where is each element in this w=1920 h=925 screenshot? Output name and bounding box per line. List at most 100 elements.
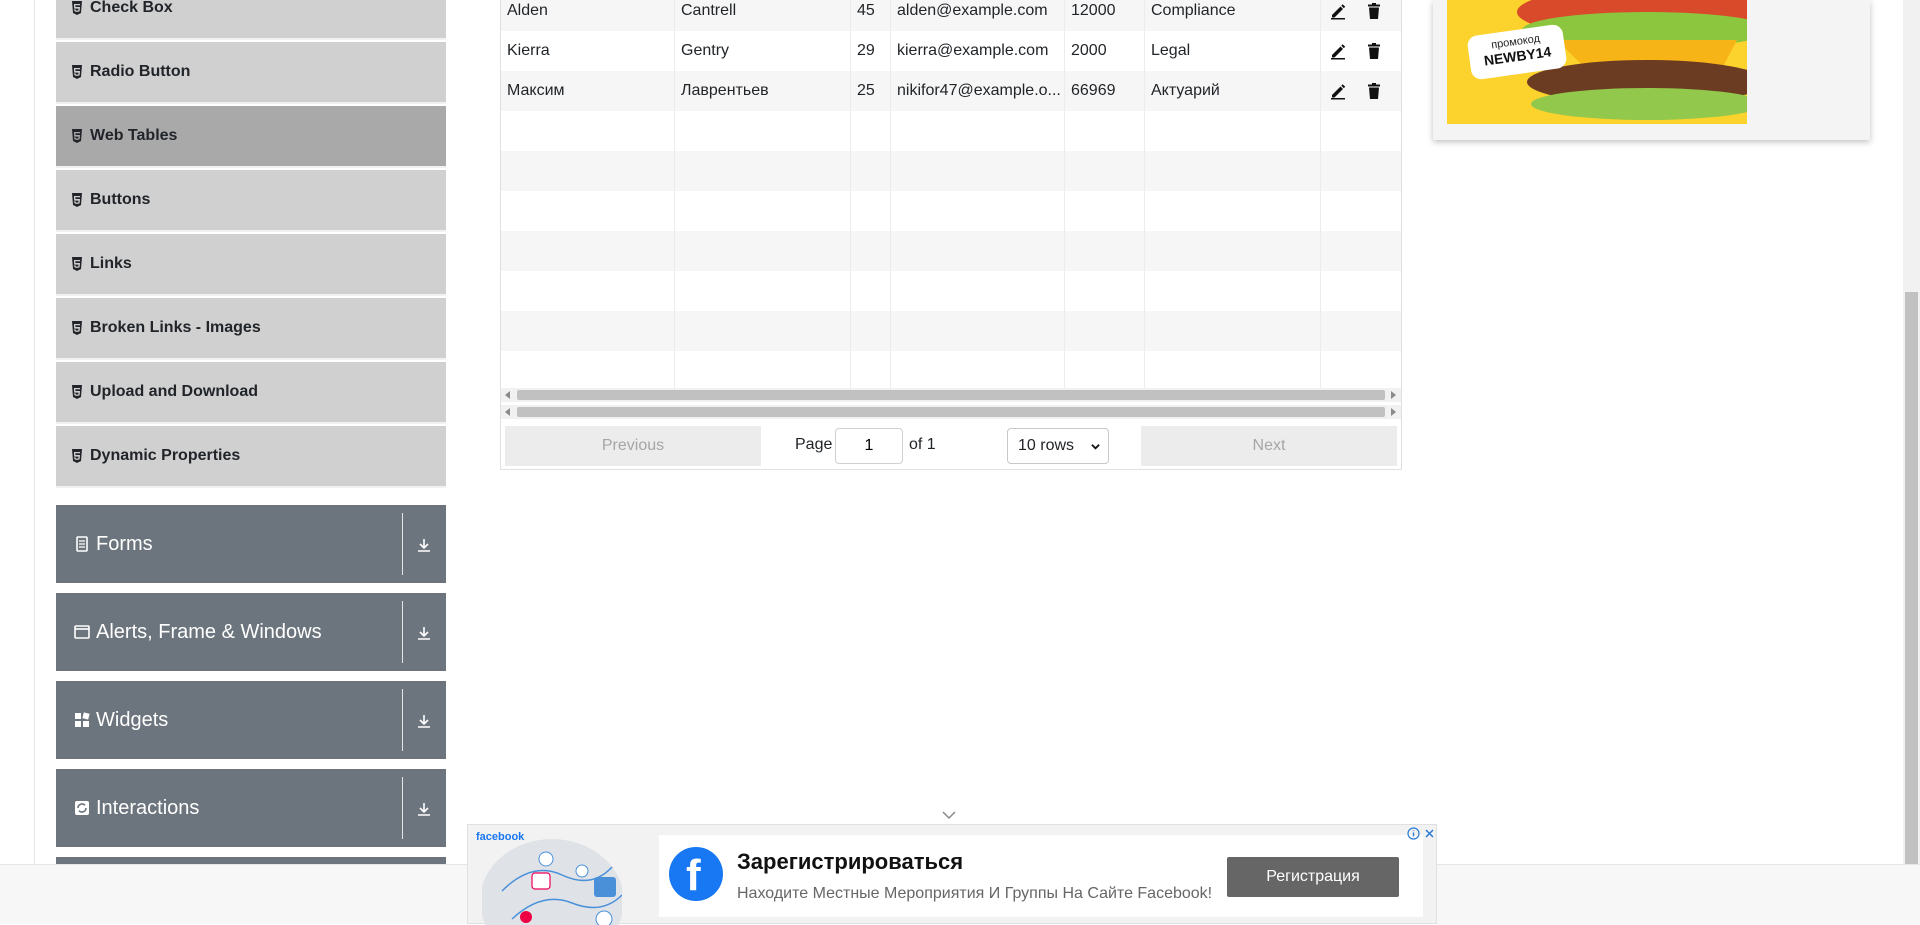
sidebar-item-label: Broken Links - Images	[90, 319, 261, 336]
cell-department	[1145, 111, 1321, 151]
cell-department	[1145, 311, 1321, 351]
cell-email	[891, 191, 1065, 231]
edit-icon[interactable]	[1329, 42, 1347, 60]
cell-department	[1145, 351, 1321, 391]
side-ad-banner[interactable]: промокод NEWBY14	[1433, 0, 1870, 140]
scroll-left-arrow[interactable]	[505, 408, 510, 416]
sidebar-item-label: Links	[90, 255, 132, 272]
page-vertical-scrollbar[interactable]	[1903, 0, 1920, 864]
burger-ad-image: промокод NEWBY14	[1447, 0, 1747, 124]
widgets-icon	[75, 712, 90, 727]
cell-salary	[1065, 271, 1145, 311]
sidebar-item-buttons[interactable]: Buttons	[56, 170, 446, 232]
table-row: Максим Лаврентьев 25 nikifor47@example.o...…	[501, 71, 1401, 111]
content-left-border	[34, 0, 35, 864]
cell-last-name	[675, 231, 851, 271]
ad-card[interactable]: f Зарегистрироваться Находите Местные Ме…	[659, 835, 1423, 917]
cell-email	[891, 271, 1065, 311]
sidebar-item-upload-download[interactable]: Upload and Download	[56, 362, 446, 424]
sidebar-item-radio-button[interactable]: Radio Button	[56, 42, 446, 104]
table-row-empty	[501, 111, 1401, 151]
rows-per-page-select[interactable]: 10 rows	[1007, 428, 1109, 464]
html5-icon	[72, 449, 82, 463]
edit-icon[interactable]	[1329, 82, 1347, 100]
cell-salary	[1065, 151, 1145, 191]
web-table: Alden Cantrell 45 alden@example.com 12000 Com…	[500, 0, 1402, 470]
horizontal-scrollbar[interactable]	[501, 388, 1401, 402]
table-row-empty	[501, 351, 1401, 391]
document-icon	[76, 536, 88, 552]
delete-icon[interactable]	[1365, 82, 1383, 100]
sidebar-item-dynamic-properties[interactable]: Dynamic Properties	[56, 426, 446, 488]
download-arrow-icon[interactable]	[416, 713, 432, 729]
facebook-logo-icon: f	[669, 847, 723, 901]
group-divider	[402, 689, 403, 751]
sidebar-item-check-box[interactable]: Check Box	[56, 0, 446, 40]
cell-email	[891, 231, 1065, 271]
window-icon	[74, 625, 90, 639]
cell-department	[1145, 271, 1321, 311]
ad-subtitle: Находите Местные Мероприятия И Группы На…	[737, 885, 1213, 902]
download-arrow-icon[interactable]	[416, 625, 432, 641]
cell-age: 29	[851, 31, 891, 71]
cell-last-name: Лаврентьев	[675, 71, 851, 111]
cell-department	[1145, 151, 1321, 191]
ad-info-icon[interactable]	[1407, 827, 1420, 840]
chevron-down-icon[interactable]	[942, 810, 956, 820]
scroll-left-arrow[interactable]	[505, 391, 510, 399]
cell-salary	[1065, 311, 1145, 351]
next-button[interactable]: Next	[1141, 426, 1397, 466]
facebook-wordmark: facebook	[476, 831, 525, 843]
html5-icon	[72, 321, 82, 335]
cell-salary: 2000	[1065, 31, 1145, 71]
delete-icon[interactable]	[1365, 42, 1383, 60]
sidebar-item-broken-links[interactable]: Broken Links - Images	[56, 298, 446, 360]
cell-salary	[1065, 111, 1145, 151]
cell-first-name	[501, 311, 675, 351]
group-widgets[interactable]: Widgets	[56, 681, 446, 759]
table-row-empty	[501, 311, 1401, 351]
page-scrollbar-thumb[interactable]	[1905, 292, 1918, 864]
table-row-empty	[501, 151, 1401, 191]
ad-title: Зарегистрироваться	[737, 849, 964, 874]
cell-department	[1145, 191, 1321, 231]
previous-button[interactable]: Previous	[505, 426, 761, 466]
group-label: Forms	[96, 532, 153, 555]
html5-icon	[72, 385, 82, 399]
delete-icon[interactable]	[1365, 2, 1383, 20]
scrollbar-thumb[interactable]	[517, 407, 1385, 417]
footer-area	[0, 865, 467, 924]
register-button[interactable]: Регистрация	[1227, 857, 1399, 897]
group-interactions[interactable]: Interactions	[56, 769, 446, 847]
group-forms[interactable]: Forms	[56, 505, 446, 583]
sidebar-item-links[interactable]: Links	[56, 234, 446, 296]
edit-icon[interactable]	[1329, 2, 1347, 20]
scrollbar-thumb[interactable]	[517, 390, 1385, 400]
cell-last-name	[675, 271, 851, 311]
cell-age: 45	[851, 0, 891, 31]
footer-area	[1437, 864, 1920, 925]
sidebar-item-web-tables[interactable]: Web Tables	[56, 106, 446, 168]
sidebar-item-label: Dynamic Properties	[90, 447, 241, 464]
cell-last-name	[675, 191, 851, 231]
cell-first-name	[501, 191, 675, 231]
sidebar-item-label: Check Box	[90, 0, 173, 16]
page-number-input[interactable]	[835, 428, 903, 464]
scroll-right-arrow[interactable]	[1391, 408, 1396, 416]
pagination: Previous Page of 1 10 rows Next	[501, 422, 1401, 470]
scroll-right-arrow[interactable]	[1391, 391, 1396, 399]
download-arrow-icon[interactable]	[416, 801, 432, 817]
interactions-icon	[75, 801, 89, 815]
cell-age	[851, 191, 891, 231]
bottom-ad-banner[interactable]: facebook f Зарегистрироваться Находите М…	[467, 824, 1437, 925]
cell-salary: 12000	[1065, 0, 1145, 31]
group-alerts-frame-windows[interactable]: Alerts, Frame & Windows	[56, 593, 446, 671]
horizontal-scrollbar[interactable]	[501, 405, 1401, 419]
cell-first-name	[501, 351, 675, 391]
ad-close-icon[interactable]	[1423, 827, 1436, 840]
cell-department: Актуарий	[1145, 71, 1321, 111]
group-divider	[402, 601, 403, 663]
page-label: Page	[795, 436, 833, 453]
download-arrow-icon[interactable]	[416, 537, 432, 553]
cell-salary	[1065, 191, 1145, 231]
